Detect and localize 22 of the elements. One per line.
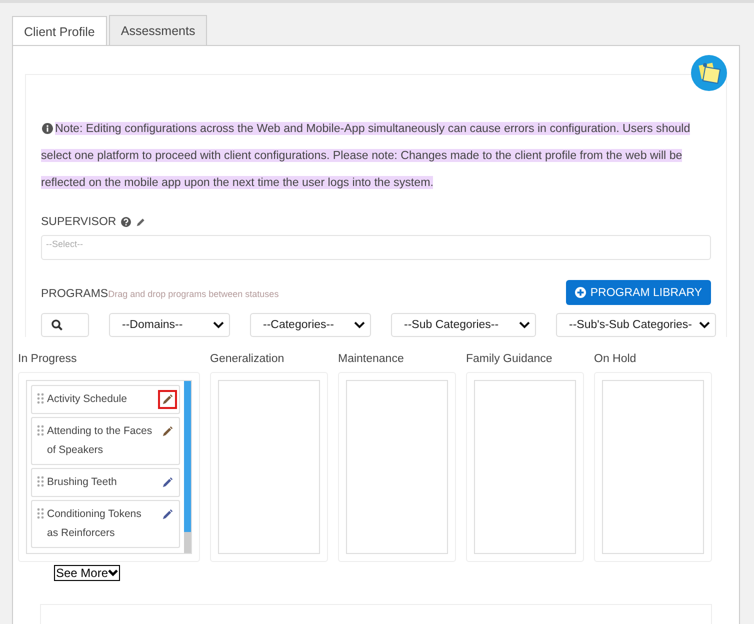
program-item[interactable]: Conditioning Tokens as Reinforcers xyxy=(31,500,180,548)
note-text: Note: Editing configurations across the Web and Mobile-App simultaneously can cause errors in configuration. Users should select one platform to proceed with client configurations. Please note: Changes made to the client profile from the web will be reflected on the mobile app upon the next time the user logs into the system. xyxy=(41,121,692,191)
tab[interactable]: Assessments xyxy=(108,15,208,45)
filter-dropdown[interactable]: --Categories-- xyxy=(250,313,371,337)
program-item[interactable]: Brushing Teeth xyxy=(31,468,180,497)
column-title: Maintenance xyxy=(338,353,405,367)
see-more-button[interactable]: See More xyxy=(54,565,120,581)
column-title: On Hold xyxy=(594,353,638,367)
supervisor-field[interactable]: --Select-- xyxy=(41,235,711,260)
filter-dropdown[interactable]: --Sub Categories-- xyxy=(391,313,536,337)
tab[interactable]: Client Profile xyxy=(12,16,107,46)
column-title: In Progress xyxy=(18,353,78,367)
programs-hint: Drag and drop programs between statuses xyxy=(108,289,279,299)
program-item[interactable]: Activity Schedule xyxy=(31,385,180,414)
program-library-button[interactable]: PROGRAM LIBRARY xyxy=(566,280,711,305)
supervisor-label: SUPERVISOR xyxy=(41,216,116,228)
column-title: Generalization xyxy=(210,353,286,367)
filter-dropdown[interactable]: --Domains-- xyxy=(109,313,230,337)
filter-dropdown[interactable]: --Sub's-Sub Categories- xyxy=(556,313,716,337)
program-item[interactable]: Attending to the Faces of Speakers xyxy=(31,417,180,465)
column-title: Family Guidance xyxy=(466,353,554,367)
programs-label: PROGRAMS xyxy=(41,288,108,300)
